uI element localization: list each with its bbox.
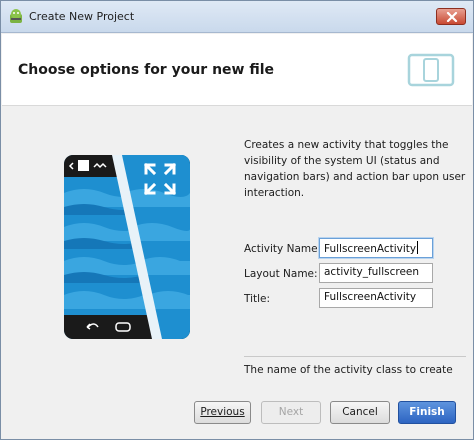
wizard-footer: Previous Next Cancel Finish [2, 390, 472, 439]
finish-button-label: Finish [409, 406, 445, 418]
layout-name-input[interactable]: activity_fullscreen [319, 263, 433, 283]
device-icon [407, 53, 455, 87]
field-hint: The name of the activity class to create [244, 364, 453, 376]
wizard-header: Choose options for your new file [2, 34, 472, 106]
dialog-window: Create New Project Choose options for yo… [0, 0, 474, 440]
cancel-button[interactable]: Cancel [330, 401, 390, 424]
next-button[interactable]: Next [261, 401, 321, 424]
fullscreen-activity-illustration [64, 155, 190, 339]
close-icon [446, 12, 458, 22]
previous-button[interactable]: Previous [194, 401, 251, 424]
activity-name-input[interactable]: FullscreenActivity [319, 238, 433, 258]
wizard-content: Creates a new activity that toggles the … [2, 107, 472, 390]
hint-divider [244, 356, 466, 357]
page-title: Choose options for your new file [18, 62, 275, 78]
cancel-button-label: Cancel [342, 406, 378, 418]
title-label: Title: [244, 293, 271, 305]
layout-name-value: activity_fullscreen [324, 266, 420, 278]
close-button[interactable] [436, 8, 466, 25]
previous-button-label: Previous [200, 406, 245, 418]
android-studio-icon [10, 9, 22, 23]
activity-name-value: FullscreenActivity [324, 243, 417, 255]
activity-name-label: Activity Name: [244, 243, 322, 255]
text-caret [417, 241, 419, 254]
window-title: Create New Project [29, 10, 135, 23]
title-input[interactable]: FullscreenActivity [319, 288, 433, 308]
title-value: FullscreenActivity [324, 291, 417, 303]
title-bar[interactable]: Create New Project [1, 1, 473, 33]
finish-button[interactable]: Finish [398, 401, 456, 424]
template-description: Creates a new activity that toggles the … [244, 139, 466, 199]
next-button-label: Next [278, 406, 304, 418]
layout-name-label: Layout Name: [244, 268, 318, 280]
